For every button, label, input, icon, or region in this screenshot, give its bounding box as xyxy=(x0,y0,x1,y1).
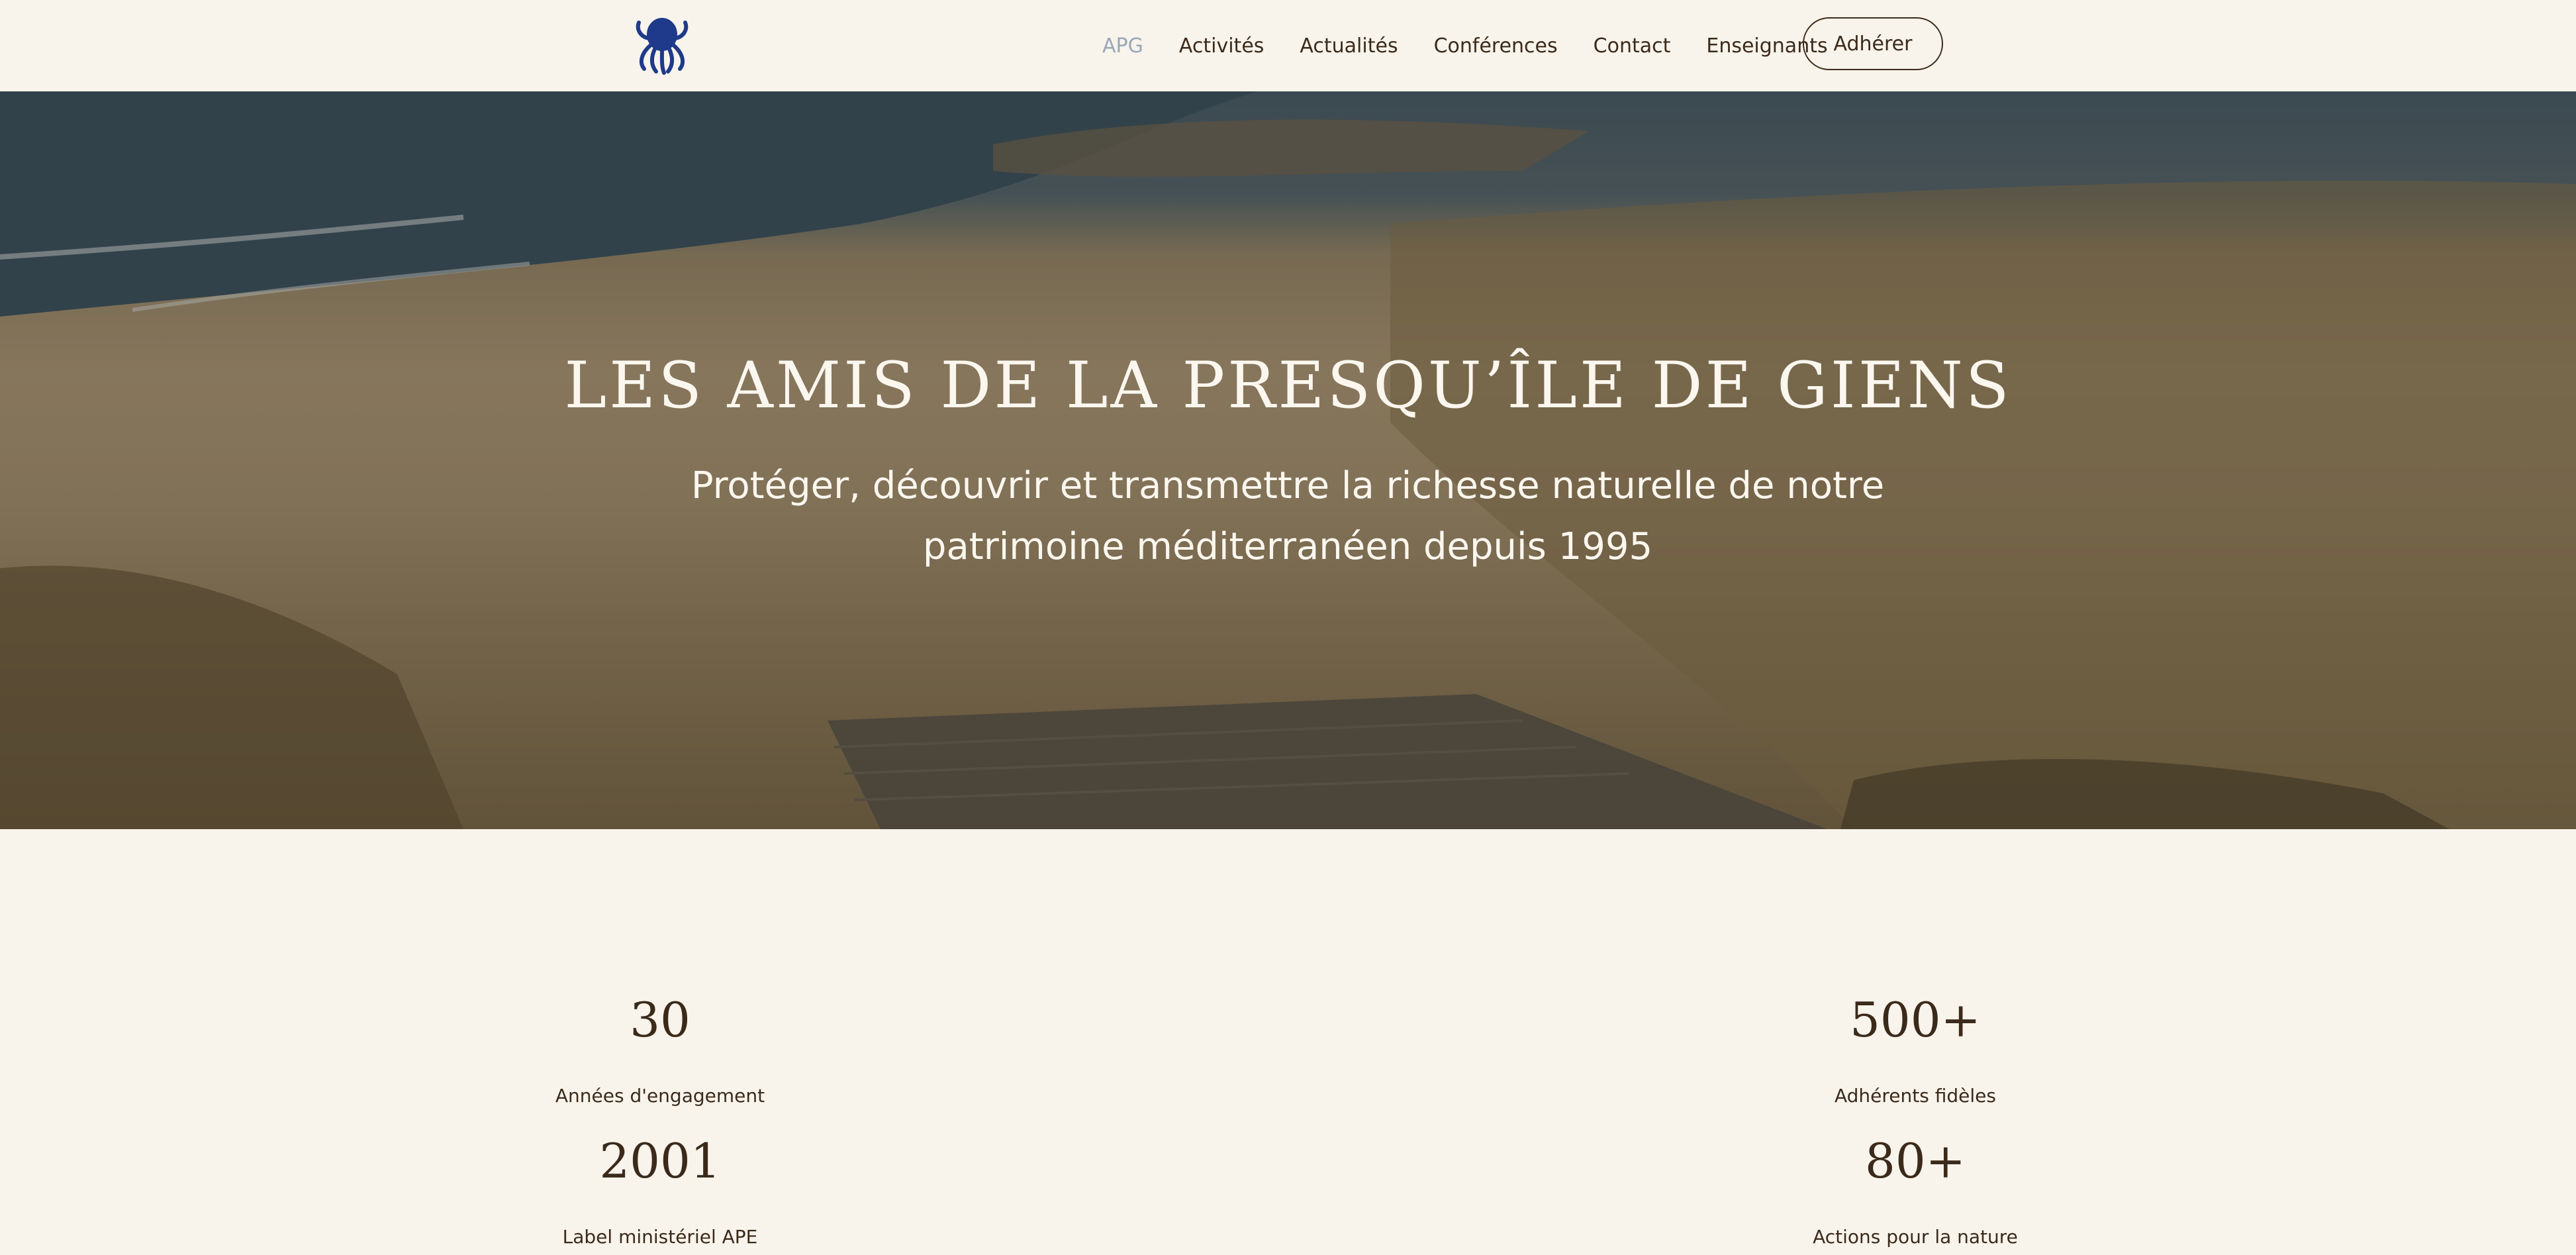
octopus-logo-icon[interactable] xyxy=(632,13,692,76)
nav-link-contact[interactable]: Contact xyxy=(1594,34,1671,58)
stat-label-year: 2001 Label ministériel APE xyxy=(495,1131,826,1249)
hero-subtitle: Protéger, découvrir et transmettre la ri… xyxy=(691,464,1885,568)
stat-label: Années d'engagement xyxy=(555,1085,765,1107)
stat-actions: 80+ Actions pour la nature xyxy=(1750,1131,2081,1249)
stat-members: 500+ Adhérents fidèles xyxy=(1750,990,2081,1108)
site-header: APG Activités Actualités Conférences Con… xyxy=(0,0,2576,91)
nav-link-actualites[interactable]: Actualités xyxy=(1300,34,1398,58)
hero-title: LES AMIS DE LA PRESQU’ÎLE DE GIENS xyxy=(564,348,2012,423)
nav-link-apg[interactable]: APG xyxy=(1102,34,1143,58)
main-nav: APG Activités Actualités Conférences Con… xyxy=(1102,0,1864,91)
stat-label: Label ministériel APE xyxy=(562,1226,758,1248)
hero-banner: LES AMIS DE LA PRESQU’ÎLE DE GIENS Proté… xyxy=(0,91,2576,829)
nav-link-conferences[interactable]: Conférences xyxy=(1434,34,1558,58)
nav-link-activites[interactable]: Activités xyxy=(1179,34,1264,58)
stat-value: 2001 xyxy=(599,1133,721,1189)
stat-value: 80+ xyxy=(1865,1133,1966,1189)
stat-value: 30 xyxy=(630,992,691,1048)
stat-value: 500+ xyxy=(1850,992,1981,1048)
stat-label: Adhérents fidèles xyxy=(1835,1085,1996,1107)
stat-label: Actions pour la nature xyxy=(1813,1226,2018,1248)
join-button[interactable]: Adhérer xyxy=(1803,17,1943,70)
stat-years: 30 Années d'engagement xyxy=(495,990,826,1108)
